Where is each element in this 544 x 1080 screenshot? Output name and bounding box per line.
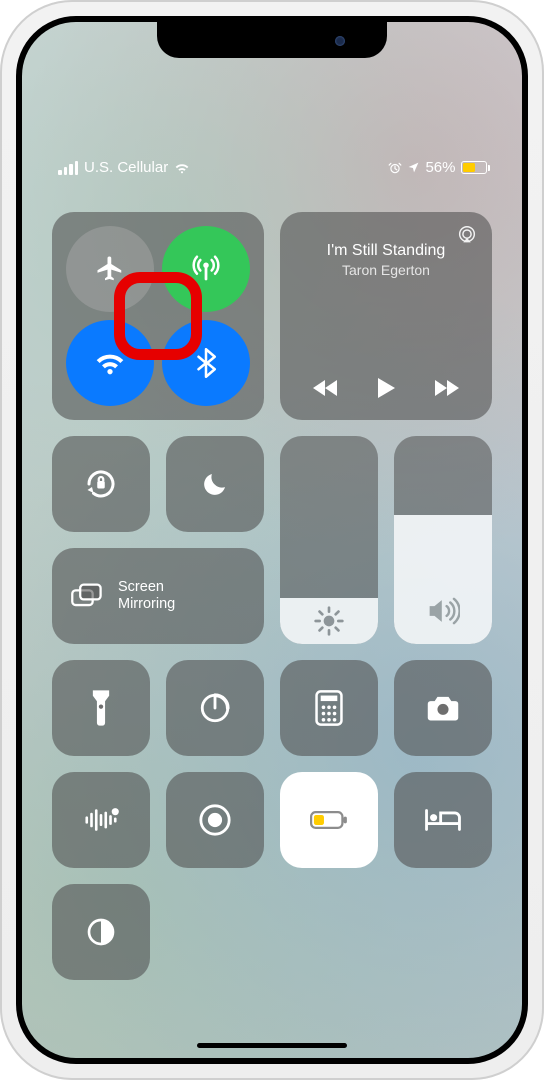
antenna-icon [191, 254, 221, 284]
music-artist: Taron Egerton [342, 262, 430, 278]
orientation-lock-button[interactable] [52, 436, 150, 532]
flashlight-icon [90, 689, 112, 727]
wifi-icon [94, 349, 126, 377]
voice-memo-icon [82, 805, 120, 835]
notch [157, 22, 387, 58]
timer-icon [198, 691, 232, 725]
do-not-disturb-button[interactable] [166, 436, 264, 532]
battery-low-icon [310, 810, 348, 830]
dark-mode-icon [85, 916, 117, 948]
dark-mode-button[interactable] [52, 884, 150, 980]
camera-icon [425, 693, 461, 723]
screen-mirroring-label: Screen Mirroring [118, 579, 175, 612]
airplane-mode-button[interactable] [66, 226, 154, 312]
next-track-button[interactable] [426, 368, 466, 408]
battery-icon [461, 161, 491, 174]
orientation-lock-icon [83, 466, 119, 502]
cellular-data-button[interactable] [162, 226, 250, 312]
screen-mirroring-button[interactable]: Screen Mirroring [52, 548, 264, 644]
record-icon [198, 803, 232, 837]
screen: U.S. Cellular 56% [22, 22, 522, 1058]
airplay-icon[interactable] [456, 224, 478, 246]
battery-percent: 56% [425, 159, 455, 176]
bed-icon [423, 806, 463, 834]
calculator-icon [315, 690, 343, 726]
brightness-slider[interactable] [280, 436, 378, 644]
volume-slider[interactable] [394, 436, 492, 644]
wifi-icon [174, 162, 190, 174]
screen-record-button[interactable] [166, 772, 264, 868]
status-right: 56% [388, 159, 492, 176]
brightness-icon [313, 605, 345, 637]
device-bezel: U.S. Cellular 56% [16, 16, 528, 1064]
connectivity-module[interactable] [52, 212, 264, 420]
home-indicator[interactable] [197, 1043, 347, 1048]
low-power-mode-button[interactable] [280, 772, 378, 868]
control-center: I'm Still Standing Taron Egerton [52, 212, 492, 980]
sleep-mode-button[interactable] [394, 772, 492, 868]
location-icon [407, 161, 420, 174]
play-button[interactable] [366, 368, 406, 408]
music-module[interactable]: I'm Still Standing Taron Egerton [280, 212, 492, 420]
timer-button[interactable] [166, 660, 264, 756]
previous-track-button[interactable] [306, 368, 346, 408]
calculator-button[interactable] [280, 660, 378, 756]
moon-icon [200, 469, 230, 499]
airplane-icon [95, 254, 125, 284]
alarm-icon [388, 161, 402, 175]
battery-fill [463, 163, 476, 172]
volume-icon [426, 596, 460, 626]
music-title: I'm Still Standing [290, 242, 482, 260]
cellular-signal-icon [58, 161, 78, 175]
carrier-label: U.S. Cellular [84, 159, 168, 176]
status-left: U.S. Cellular [52, 159, 190, 176]
flashlight-button[interactable] [52, 660, 150, 756]
device-frame: U.S. Cellular 56% [0, 0, 544, 1080]
bluetooth-button[interactable] [162, 320, 250, 406]
wifi-button[interactable] [66, 320, 154, 406]
voice-memo-button[interactable] [52, 772, 150, 868]
brightness-fill [280, 598, 378, 644]
camera-button[interactable] [394, 660, 492, 756]
screen-mirroring-icon [70, 582, 104, 610]
bluetooth-icon [193, 348, 219, 378]
